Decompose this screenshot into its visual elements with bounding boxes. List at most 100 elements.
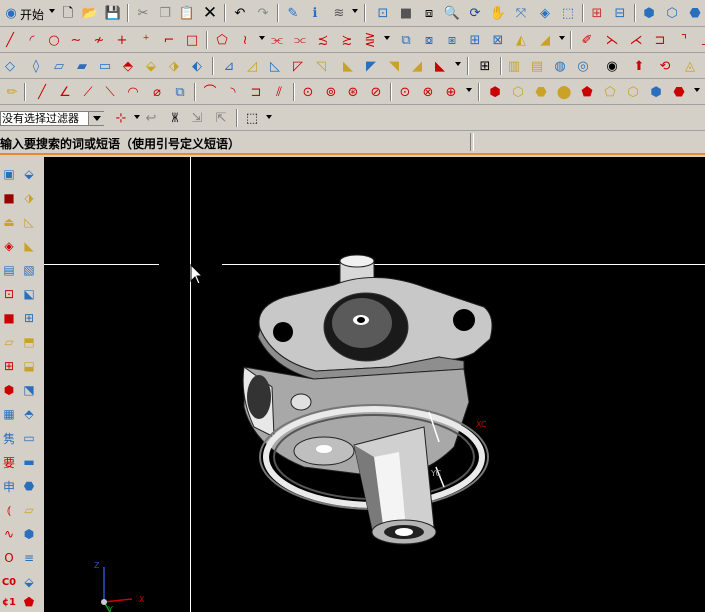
trim-curve-icon[interactable]: ⫘ <box>268 31 286 49</box>
box-icon[interactable]: ⬢ <box>20 525 38 543</box>
intersect-curve-icon[interactable]: ⧉ <box>397 31 415 49</box>
assembly-navigator-icon[interactable]: ⊞ <box>476 57 494 75</box>
panel-label-1[interactable]: 隽 <box>0 429 18 447</box>
history-icon[interactable]: ◺ <box>20 213 38 231</box>
sheet-icon[interactable]: ▱ <box>0 333 18 351</box>
snap-point-icon[interactable]: ⊙ <box>396 83 414 101</box>
thread-icon[interactable]: ◉ <box>603 57 621 75</box>
panel-label-6[interactable]: ¢1 <box>0 593 18 611</box>
panel-label-4[interactable]: O <box>0 549 18 567</box>
rectangle-icon[interactable]: □ <box>183 31 201 49</box>
swept-icon[interactable]: ▰ <box>73 57 91 75</box>
reuse-icon[interactable]: ◣ <box>20 237 38 255</box>
extract-curve-icon[interactable]: ⧆ <box>443 31 461 49</box>
snap-tangent-icon[interactable]: ⊕ <box>442 83 460 101</box>
quick-pick-icon[interactable]: ⇲ <box>188 109 206 127</box>
solid-icon[interactable]: ⬢ <box>0 381 18 399</box>
extend-surface-icon[interactable]: ◹ <box>312 57 330 75</box>
mesh-surface-icon[interactable]: ▱ <box>50 57 68 75</box>
rectangle-dropdown-icon[interactable] <box>266 115 272 119</box>
restore-view-icon[interactable]: ⬚ <box>559 4 577 22</box>
sphere-icon[interactable]: ◍ <box>551 57 569 75</box>
cube-icon[interactable]: ⬣ <box>20 477 38 495</box>
project-curve-icon[interactable]: ⋛ <box>361 31 379 49</box>
rectangle-select-icon[interactable]: ⬚ <box>243 109 261 127</box>
dim-chain-icon[interactable]: ⧉ <box>171 83 189 101</box>
panel-label-2[interactable]: 要 <box>0 453 18 471</box>
shaded-edges-icon[interactable]: ⬡ <box>663 4 681 22</box>
groove-icon[interactable]: ⬠ <box>601 83 619 101</box>
boolean-dropdown-icon[interactable] <box>694 88 700 92</box>
fillet-icon[interactable]: ⌐ <box>160 31 178 49</box>
save-icon[interactable]: 💾 <box>104 4 122 22</box>
web-icon[interactable]: ▧ <box>20 261 38 279</box>
shaded-view-icon[interactable]: ⬢ <box>640 4 658 22</box>
mold-icon[interactable]: ⏏ <box>0 213 18 231</box>
fit-icon[interactable]: ⊡ <box>374 4 392 22</box>
snap-endpoint-icon[interactable]: ⊙ <box>299 83 317 101</box>
select-mode-icon[interactable]: ⇱ <box>212 109 230 127</box>
system-icon[interactable]: ⬕ <box>20 285 38 303</box>
sketch-pencil-icon[interactable]: ✏ <box>3 83 21 101</box>
offset-curve-icon[interactable]: ≀ <box>236 31 254 49</box>
offset-surface-icon[interactable]: ⬖ <box>188 57 206 75</box>
box-open-icon[interactable]: ▱ <box>20 501 38 519</box>
dim-line-icon[interactable]: ╱ <box>33 83 51 101</box>
table-icon[interactable]: ▦ <box>0 405 18 423</box>
start-dropdown-icon[interactable] <box>49 9 55 13</box>
face-blend-icon[interactable]: ◥ <box>385 57 403 75</box>
split-body-icon[interactable]: ◸ <box>289 57 307 75</box>
cut-icon[interactable]: ✂ <box>134 4 152 22</box>
pad-icon[interactable]: ⬤ <box>555 83 573 101</box>
graphics-viewport[interactable]: XC YC Z X Y <box>44 157 705 612</box>
bounded-plane-icon[interactable]: ⬙ <box>142 57 160 75</box>
pan-icon[interactable]: ✋ <box>489 4 507 22</box>
point-set-icon[interactable]: ⁺ <box>137 31 155 49</box>
assembly-icon[interactable]: ▣ <box>0 165 18 183</box>
constraint-tangent-icon[interactable]: ◝ <box>224 83 242 101</box>
subtract-icon[interactable]: ⬢ <box>647 83 665 101</box>
circle-icon[interactable]: ○ <box>45 31 63 49</box>
nx-start-icon[interactable]: ◉ <box>2 4 20 22</box>
sketch-icon[interactable]: ✐ <box>578 31 596 49</box>
dim-radius-icon[interactable]: ◠ <box>124 83 142 101</box>
analysis-dropdown-icon[interactable] <box>352 9 358 13</box>
color-icon[interactable]: ■ <box>0 189 18 207</box>
trim-body-icon[interactable]: ◺ <box>266 57 284 75</box>
navigator-icon[interactable]: ⬙ <box>20 165 38 183</box>
delete-icon[interactable]: ✕ <box>201 4 219 22</box>
part-icon[interactable]: ◈ <box>0 237 18 255</box>
offset-dropdown-icon[interactable] <box>259 36 265 40</box>
constraint-parallel-icon[interactable]: ⫽ <box>270 83 288 101</box>
analysis-icon[interactable]: ≋ <box>330 4 348 22</box>
sheet-box-icon[interactable]: ▬ <box>20 453 38 471</box>
dim-diameter-icon[interactable]: ⌀ <box>148 83 166 101</box>
join-curve-icon[interactable]: ≿ <box>338 31 356 49</box>
command-finder-prompt[interactable]: 输入要搜索的词或短语（使用引号定义短语） <box>0 135 240 152</box>
sketch-corner-icon[interactable]: ⌝ <box>675 31 693 49</box>
copy-icon[interactable]: ❐ <box>156 4 174 22</box>
training-icon[interactable]: ⬓ <box>20 357 38 375</box>
chamfer-icon[interactable]: ◢ <box>408 57 426 75</box>
cylinder-icon[interactable]: ▥ <box>505 57 523 75</box>
unite-icon[interactable]: ⬡ <box>624 83 642 101</box>
layer-settings-icon[interactable]: ⊞ <box>588 4 606 22</box>
feature-dropdown-icon[interactable] <box>455 62 461 66</box>
extrude-icon[interactable]: ⬆ <box>630 57 648 75</box>
filter-dropdown-icon[interactable] <box>88 112 104 125</box>
deselect-icon[interactable]: ↩ <box>142 109 160 127</box>
section-curve-icon[interactable]: ⧇ <box>420 31 438 49</box>
layer-visible-icon[interactable]: ⊟ <box>611 4 629 22</box>
snap-dropdown-icon[interactable] <box>466 88 472 92</box>
block-icon[interactable]: ⬢ <box>486 83 504 101</box>
boss-icon[interactable]: ⬡ <box>509 83 527 101</box>
law-extension-icon[interactable]: ◣ <box>339 57 357 75</box>
information-icon[interactable]: ℹ <box>306 4 324 22</box>
red-block-icon[interactable]: ■ <box>0 309 18 327</box>
constraint-perp-icon[interactable]: ⊐ <box>247 83 265 101</box>
select-all-icon[interactable]: ⊹ <box>112 109 130 127</box>
open-file-icon[interactable]: 📂 <box>81 4 99 22</box>
orient-view-icon[interactable]: ⤧ <box>512 4 530 22</box>
tube-icon[interactable]: ◎ <box>574 57 592 75</box>
dim-angle-icon[interactable]: ∠ <box>56 83 74 101</box>
